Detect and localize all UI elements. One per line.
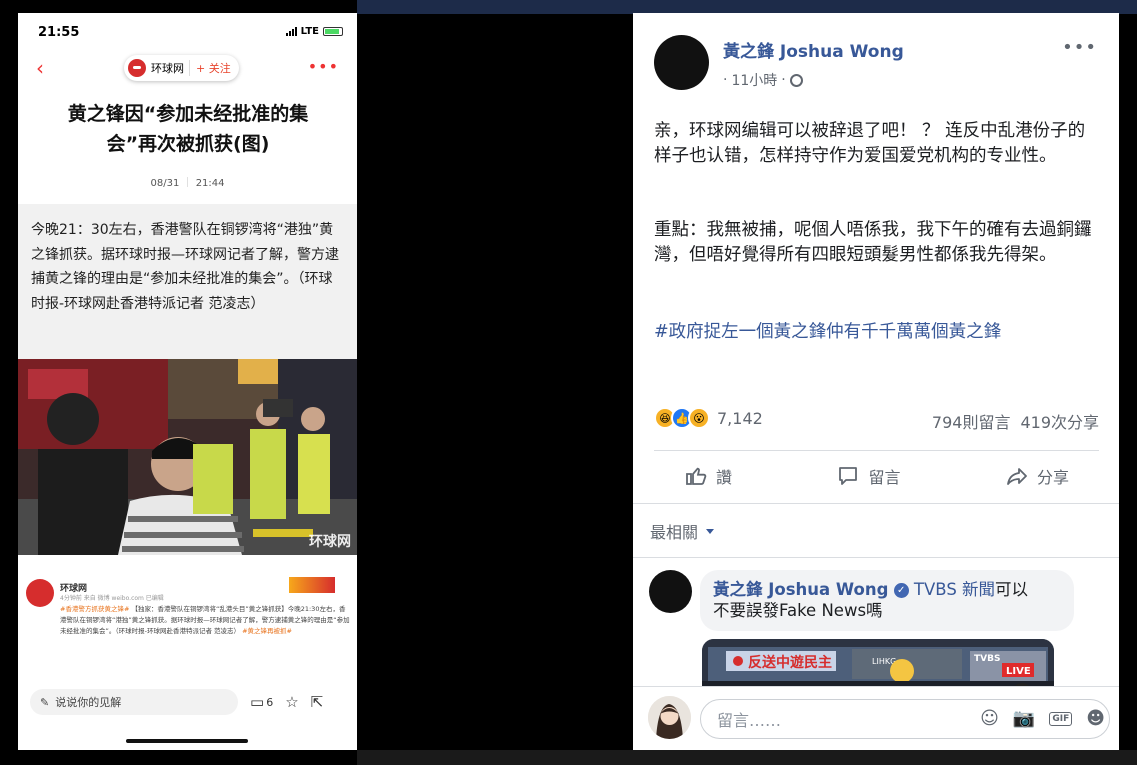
- dot-icon: ·: [781, 72, 786, 88]
- reactions-count: 7,142: [717, 408, 763, 428]
- video-banner-text: 反送中遊民主: [748, 654, 832, 671]
- gif-icon[interactable]: GIF: [1049, 711, 1073, 726]
- comment-page-tag[interactable]: TVBS 新聞: [914, 580, 995, 599]
- sort-label: 最相關: [650, 523, 699, 542]
- author-avatar[interactable]: [654, 35, 709, 90]
- weibo-tag-2[interactable]: #黄之锋再被抓#: [242, 627, 292, 635]
- background-topbar: [357, 0, 1137, 14]
- weibo-tag-1[interactable]: #香港警方抓获黄之锋#: [60, 605, 129, 613]
- news-photo: 环球网: [18, 359, 357, 555]
- photo-watermark: 环球网: [309, 534, 351, 550]
- pen-icon: ✎: [40, 695, 50, 709]
- current-user-avatar-image: [648, 696, 691, 739]
- current-user-avatar: [648, 696, 691, 739]
- like-label: 讚: [716, 468, 733, 487]
- divider: [654, 450, 1099, 451]
- comment-icon: ▭: [250, 693, 265, 711]
- share-icon[interactable]: ⇱: [311, 693, 324, 711]
- home-indicator: [126, 739, 248, 743]
- comments-button[interactable]: ▭ 6: [250, 693, 273, 711]
- weibo-banner: [289, 577, 335, 593]
- comment-placeholder: 说说你的见解: [55, 696, 122, 709]
- article-title: 黄之锋因“参加未经批准的集会”再次被抓获(图): [67, 103, 309, 155]
- comment-label: 留言: [868, 468, 901, 487]
- article-nav: ‹ 环球网 + 关注 •••: [18, 53, 357, 85]
- article-time: 21:44: [195, 178, 225, 189]
- reactions-summary[interactable]: 😆 👍 😮 7,142: [654, 407, 763, 429]
- comment-count: 6: [266, 695, 274, 709]
- article-meta: 08/31 ｜ 21:44: [150, 178, 225, 189]
- source-name: 环球网: [151, 62, 184, 75]
- video-live-text: LIVE: [1006, 666, 1031, 677]
- post-paragraph-2: 重點：我無被捕，呢個人唔係我，我下午的確有去過銅鑼灣，但唔好覺得所有四眼短頭髮男…: [654, 220, 1092, 265]
- commenter-avatar[interactable]: [649, 570, 692, 613]
- like-button[interactable]: 讚: [684, 460, 732, 492]
- share-button[interactable]: 分享: [1005, 460, 1069, 492]
- comment-button[interactable]: 留言: [836, 460, 901, 492]
- comments-count[interactable]: 794則留言: [932, 409, 1011, 433]
- weibo-text: #香港警方抓获黄之锋# 【独家：香港警队在铜锣湾将“乱港头目”黄之锋抓获】今晚2…: [60, 604, 350, 637]
- comment-sort-dropdown[interactable]: 最相關: [650, 519, 715, 543]
- comment-bubble: 黃之鋒 Joshua Wong ✓ TVBS 新聞可以 不要誤發Fake New…: [700, 570, 1074, 631]
- source-pill[interactable]: 环球网 + 关注: [124, 55, 239, 81]
- verified-badge-icon: ✓: [893, 583, 909, 598]
- author-name[interactable]: 黃之鋒 Joshua Wong: [723, 37, 904, 62]
- article-body: 今晚21：30左右，香港警队在铜锣湾将“港独”黄之锋抓获。据环球时报—环球网记者…: [18, 204, 357, 359]
- article-bottom-bar: ✎ 说说你的见解 ▭ 6 ☆ ⇱: [18, 685, 357, 719]
- post-hashtag[interactable]: #政府捉左一個黃之鋒仲有千千萬萬個黃之鋒: [654, 318, 1001, 343]
- background-bottom: [357, 750, 1137, 765]
- comment-input[interactable]: ✎ 说说你的见解: [30, 689, 238, 715]
- globe-icon: [789, 73, 803, 87]
- battery-icon: [323, 27, 343, 36]
- follow-button[interactable]: + 关注: [189, 60, 231, 76]
- back-icon[interactable]: ‹: [36, 56, 44, 80]
- status-bar: 21:55 LTE: [18, 13, 357, 51]
- post-meta: · 11小時 ·: [723, 70, 803, 90]
- comment-bubble-icon: [839, 467, 858, 485]
- weibo-avatar: [26, 579, 54, 607]
- divider: [633, 503, 1119, 504]
- thumbs-up-icon: [686, 467, 707, 485]
- comment-composer: 留言…… ☺ 📷 GIF ☻: [633, 687, 1119, 750]
- comment-text-2: 不要誤發Fake News嗎: [713, 601, 883, 620]
- weibo-embed: 环球网 4分钟前 来自 微博 weibo.com 已编辑 #香港警方抓获黄之锋#…: [18, 569, 357, 661]
- post-stats: 794則留言 419次分享: [932, 409, 1099, 433]
- signal-icon: [285, 27, 297, 36]
- huanqiu-logo-icon: [128, 59, 146, 77]
- comment-text-1: 可以: [995, 580, 1029, 599]
- post-menu-icon[interactable]: •••: [1062, 37, 1097, 58]
- facebook-post: 黃之鋒 Joshua Wong · 11小時 · ••• 亲，环球网编辑可以被辞…: [633, 13, 1119, 750]
- post-paragraph-1: 亲，环球网编辑可以被辞退了吧！ ？ 连反中乱港份子的样子也认错，怎样持守作为爱国…: [654, 121, 1086, 166]
- caret-down-icon: [706, 528, 715, 534]
- article-date: 08/31: [150, 178, 180, 189]
- composer-tools: ☺ 📷 GIF ☻: [980, 708, 1105, 729]
- emoji-icon[interactable]: ☺: [980, 708, 999, 729]
- status-time: 21:55: [38, 25, 80, 40]
- network-label: LTE: [300, 26, 319, 37]
- phone-screenshot: 21:55 LTE ‹ 环球网 + 关注 ••• 黄之锋因“参加未经批准的集会”…: [18, 13, 357, 750]
- news-photo-image: [18, 359, 357, 555]
- divider: [633, 557, 1119, 558]
- shares-count[interactable]: 419次分享: [1020, 409, 1099, 433]
- comment-input-placeholder: 留言……: [717, 711, 782, 730]
- video-channel-text: TVBS: [974, 654, 1000, 664]
- weibo-subtitle: 4分钟前 来自 微博 weibo.com 已编辑: [60, 595, 164, 602]
- commenter-name[interactable]: 黃之鋒 Joshua Wong: [713, 580, 888, 599]
- more-icon[interactable]: •••: [308, 57, 339, 76]
- wow-reaction-icon: 😮: [688, 407, 710, 429]
- star-icon[interactable]: ☆: [285, 693, 298, 711]
- share-label: 分享: [1036, 468, 1069, 487]
- camera-icon[interactable]: 📷: [1013, 708, 1035, 729]
- post-actions: 讚 留言 分享: [654, 460, 1099, 492]
- post-time[interactable]: 11小時: [731, 70, 777, 90]
- sticker-icon[interactable]: ☻: [1086, 708, 1105, 729]
- share-arrow-icon: [1007, 468, 1027, 485]
- dot-icon: ·: [723, 72, 728, 88]
- status-indicators: LTE: [285, 26, 343, 37]
